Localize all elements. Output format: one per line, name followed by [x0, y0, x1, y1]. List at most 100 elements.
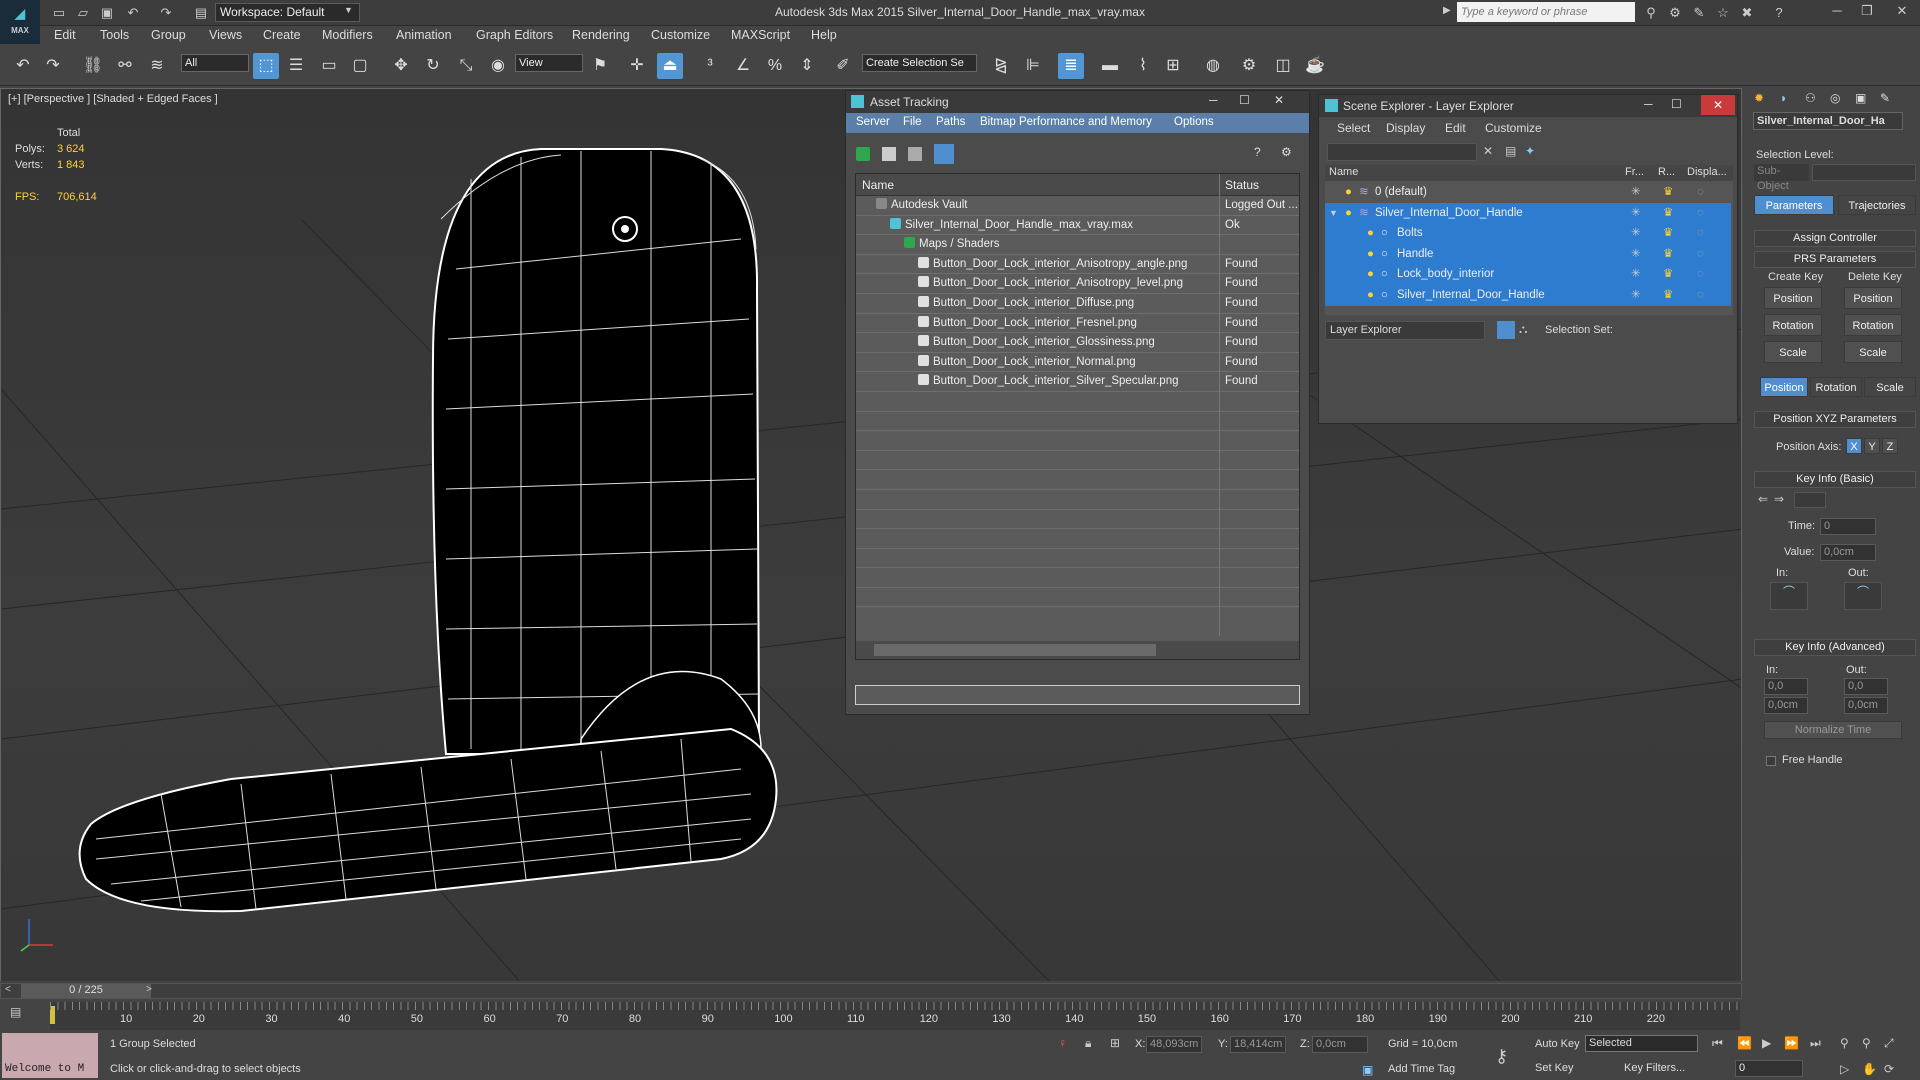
scene-tree-row[interactable]: ● ○ Handle ✳ ♛ ◌ [1325, 243, 1731, 265]
menu-modifiers[interactable]: Modifiers [322, 28, 373, 42]
create-scale-key-button[interactable]: Scale [1764, 341, 1822, 363]
help-icon[interactable]: ? [1768, 4, 1790, 22]
freeze-toggle-icon[interactable]: ✳ [1631, 182, 1641, 202]
scale-icon[interactable]: ⤡ [453, 53, 479, 79]
viewport-label[interactable]: [+] [Perspective ] [Shaded + Edged Faces… [8, 93, 218, 105]
y-coordinate-field[interactable]: 18,414cm [1230, 1036, 1286, 1053]
previous-frame-icon[interactable]: ⏪ [1737, 1036, 1752, 1050]
free-handle-checkbox[interactable] [1766, 756, 1776, 766]
create-tab-icon[interactable]: ✹ [1754, 91, 1764, 105]
thumbnail-view-icon[interactable] [908, 147, 922, 161]
key-number-field[interactable] [1794, 492, 1826, 508]
maximize-viewport-icon[interactable]: ⤢ [1884, 1036, 1894, 1051]
selection-lock-icon[interactable]: 🔒︎ [1085, 1036, 1091, 1051]
time-slider-thumb[interactable]: 0 / 225 [21, 984, 151, 998]
window-crossing-icon[interactable]: ▢ [347, 53, 373, 79]
rotation-tab[interactable]: Rotation [1810, 377, 1862, 397]
tab-parameters[interactable]: Parameters [1754, 195, 1834, 215]
angle-snap-icon[interactable]: ∠ [730, 53, 756, 79]
rendered-frame-window-icon[interactable]: ◫ [1270, 53, 1296, 79]
table-view-icon[interactable] [934, 144, 954, 164]
scrollbar-thumb[interactable] [874, 644, 1156, 656]
mini-curve-editor-icon[interactable]: ▤ [10, 1005, 21, 1019]
menu-customize[interactable]: Customize [1485, 121, 1542, 135]
explorer-type-select[interactable]: Layer Explorer [1325, 321, 1485, 340]
render-setup-icon[interactable]: ⚙ [1236, 53, 1262, 79]
current-frame-field[interactable]: 0 [1735, 1060, 1803, 1077]
percent-snap-icon[interactable]: % [762, 53, 788, 79]
reference-coordinate-select[interactable]: View [515, 54, 583, 72]
freeze-toggle-icon[interactable]: ✳ [1631, 244, 1641, 264]
key-info-advanced-rollout[interactable]: Key Info (Advanced) [1754, 639, 1916, 656]
layer-sort-icon[interactable] [1497, 321, 1515, 339]
menu-group[interactable]: Group [151, 28, 186, 42]
asset-row[interactable]: Button_Door_Lock_interior_Diffuse.png Fou… [856, 293, 1299, 314]
horizontal-scrollbar[interactable] [856, 641, 1299, 659]
time-tag-icon[interactable]: ▣ [1362, 1063, 1373, 1077]
zoom-all-icon[interactable]: ⚲ [1862, 1036, 1871, 1050]
maximize-icon[interactable]: ❐ [1852, 0, 1882, 22]
bind-space-warp-icon[interactable]: ≋ [144, 53, 170, 79]
selection-filter-select[interactable]: All [181, 54, 249, 72]
chevron-right-icon[interactable]: ▶ [1443, 5, 1451, 16]
rotate-icon[interactable]: ↻ [420, 53, 446, 79]
place-icon[interactable]: ◉ [485, 53, 511, 79]
renderable-toggle-icon[interactable]: ♛ [1663, 203, 1673, 223]
select-manipulate-icon[interactable]: ✛ [624, 53, 650, 79]
unlink-icon[interactable]: ⚯ [112, 53, 138, 79]
asset-row[interactable]: Button_Door_Lock_interior_Fresnel.png Fou… [856, 313, 1299, 334]
visibility-bulb-icon[interactable]: ● [1367, 244, 1374, 264]
freeze-toggle-icon[interactable]: ✳ [1631, 285, 1641, 305]
layer-manager-icon[interactable]: ≣ [1058, 53, 1084, 79]
menu-paths[interactable]: Paths [936, 116, 965, 128]
snaps-toggle-icon[interactable]: ³ [697, 53, 723, 79]
menu-display[interactable]: Display [1386, 121, 1425, 135]
renderable-toggle-icon[interactable]: ♛ [1663, 285, 1673, 305]
binoculars-icon[interactable]: ⚲ [1640, 4, 1662, 22]
key-mode-select[interactable]: Selected [1585, 1035, 1698, 1052]
axis-z-button[interactable]: Z [1882, 438, 1898, 454]
auto-key-button[interactable]: Auto Key [1535, 1038, 1580, 1050]
scene-tree-row[interactable]: ● ○ Lock_body_interior ✳ ♛ ◌ [1325, 264, 1731, 285]
maxscript-listener[interactable]: Welcome to M [2, 1033, 98, 1078]
help-icon[interactable]: ? [1254, 145, 1261, 159]
select-by-name-icon[interactable]: ☰ [283, 53, 309, 79]
link-icon[interactable]: ⛓ [80, 53, 106, 79]
mirror-icon[interactable]: ⧎ [988, 53, 1014, 79]
refresh-icon[interactable] [856, 147, 870, 161]
go-to-start-icon[interactable]: ⏮ [1712, 1036, 1723, 1051]
visibility-bulb-icon[interactable]: ● [1367, 223, 1374, 243]
display-toggle-icon[interactable]: ◌ [1697, 285, 1704, 305]
expand-arrow-icon[interactable]: ▼ [1329, 203, 1338, 223]
z-coordinate-field[interactable]: 0,0cm [1312, 1036, 1368, 1053]
settings-icon[interactable]: ⚙ [1281, 145, 1292, 159]
menu-views[interactable]: Views [209, 28, 242, 42]
rectangular-selection-icon[interactable]: ▭ [316, 53, 342, 79]
spinner-snap-icon[interactable]: ⇕ [794, 53, 820, 79]
freeze-toggle-icon[interactable]: ✳ [1631, 264, 1641, 284]
hierarchy-tab-icon[interactable]: ⚇ [1805, 91, 1816, 105]
assign-controller-rollout[interactable]: Assign Controller [1754, 230, 1916, 247]
delete-rotation-key-button[interactable]: Rotation [1844, 314, 1902, 336]
sub-object-select[interactable] [1812, 164, 1916, 181]
close-icon[interactable]: ✕ [1701, 95, 1735, 115]
minimize-icon[interactable]: ─ [1644, 97, 1653, 111]
menu-tools[interactable]: Tools [100, 28, 129, 42]
edit-named-selection-icon[interactable]: ✐ [830, 53, 856, 79]
hierarchy-sort-icon[interactable]: ⛬ [1519, 322, 1527, 337]
renderable-toggle-icon[interactable]: ♛ [1663, 182, 1673, 202]
track-bar[interactable] [50, 1002, 1740, 1030]
menu-graph-editors[interactable]: Graph Editors [476, 28, 553, 42]
position-xyz-rollout[interactable]: Position XYZ Parameters [1754, 411, 1916, 428]
clear-search-icon[interactable]: ✕ [1483, 144, 1493, 158]
minimize-icon[interactable]: ─ [1822, 0, 1852, 22]
graphite-toolbar-icon[interactable]: ▬ [1097, 53, 1123, 79]
freeze-toggle-icon[interactable]: ✳ [1631, 203, 1641, 223]
find-icon[interactable]: ✦ [1525, 144, 1535, 158]
subscription-icon[interactable]: ⚙ [1664, 4, 1686, 22]
next-key-icon[interactable]: ⇒ [1774, 492, 1784, 506]
communication-icon[interactable]: ✎ [1688, 4, 1710, 22]
pan-icon[interactable]: ✋ [1862, 1062, 1877, 1076]
key-info-basic-rollout[interactable]: Key Info (Basic) [1754, 471, 1916, 488]
named-selection-select[interactable]: Create Selection Se [862, 54, 977, 72]
